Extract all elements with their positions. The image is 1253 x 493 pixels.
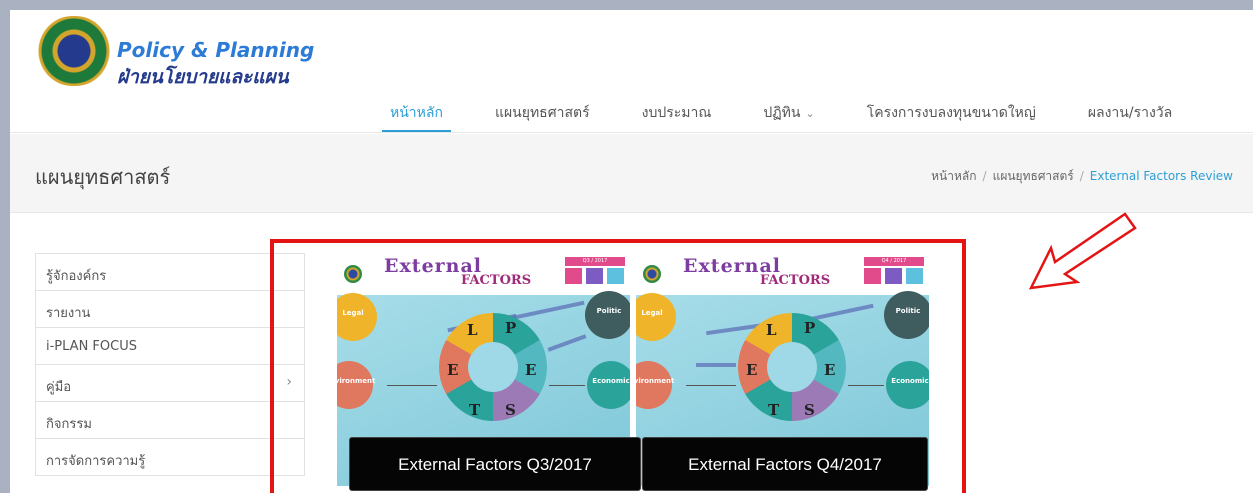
sidebar-item-label: รายงาน — [46, 306, 91, 321]
sidebar-menu: รู้จักองค์กร รายงาน i-PLAN FOCUS คู่มือ … — [35, 253, 305, 476]
breadcrumb-separator: / — [1079, 169, 1084, 183]
main-nav: หน้าหลัก แผนยุทธศาสตร์ งบประมาณ ปฏิทิน ⌄ … — [382, 102, 1224, 132]
breadcrumb: หน้าหลัก / แผนยุทธศาสตร์ / External Factors … — [931, 167, 1233, 186]
sidebar-item-about[interactable]: รู้จักองค์กร — [36, 254, 304, 291]
page-title-bar: แผนยุทธศาสตร์ หน้าหลัก / แผนยุทธศาสตร์ / Ext… — [10, 134, 1253, 213]
sidebar-item-label: การจัดการความรู้ — [46, 454, 146, 469]
nav-item-label: โครงการงบลงทุนขนาดใหญ่ — [866, 105, 1036, 121]
sidebar-item-label: รู้จักองค์กร — [46, 269, 107, 284]
university-seal-icon[interactable] — [32, 16, 116, 86]
sidebar-item-label: คู่มือ — [46, 380, 72, 395]
browser-page: Policy & Planning ฝ่ายนโยบายและแผน หน้าห… — [10, 10, 1253, 493]
nav-item-label: งบประมาณ — [641, 105, 712, 121]
nav-item-label: ผลงาน/รางวัล — [1087, 105, 1173, 121]
sidebar-item-knowledge[interactable]: การจัดการความรู้ — [36, 439, 304, 476]
breadcrumb-current: External Factors Review — [1089, 169, 1233, 183]
sidebar-item-manual[interactable]: คู่มือ › — [36, 365, 304, 402]
highlight-box — [270, 239, 966, 493]
nav-item-strategy[interactable]: แผนยุทธศาสตร์ — [495, 102, 590, 132]
nav-item-label: แผนยุทธศาสตร์ — [494, 105, 590, 121]
chevron-down-icon: ⌄ — [805, 107, 815, 120]
breadcrumb-separator: / — [982, 169, 987, 183]
sidebar-item-label: i-PLAN FOCUS — [46, 339, 137, 354]
logo-title-th[interactable]: ฝ่ายนโยบายและแผน — [117, 62, 289, 92]
site-header: Policy & Planning ฝ่ายนโยบายและแผน หน้าห… — [10, 10, 1253, 133]
nav-item-label: หน้าหลัก — [390, 105, 443, 121]
sidebar-item-label: กิจกรรม — [46, 417, 92, 432]
nav-item-label: ปฏิทิน — [763, 105, 801, 121]
nav-item-investment-projects[interactable]: โครงการงบลงทุนขนาดใหญ่ — [867, 102, 1036, 132]
logo-title-en[interactable]: Policy & Planning — [117, 38, 314, 62]
outline-arrow-pointing-down-left-icon — [1028, 212, 1137, 290]
nav-item-awards[interactable]: ผลงาน/รางวัล — [1088, 102, 1172, 132]
breadcrumb-home[interactable]: หน้าหลัก — [931, 169, 976, 183]
sidebar-item-activities[interactable]: กิจกรรม — [36, 402, 304, 439]
breadcrumb-strategy[interactable]: แผนยุทธศาสตร์ — [993, 169, 1074, 183]
sidebar-item-iplan-focus[interactable]: i-PLAN FOCUS — [36, 328, 304, 365]
page-title: แผนยุทธศาสตร์ — [35, 165, 171, 189]
sidebar-item-reports[interactable]: รายงาน — [36, 291, 304, 328]
nav-item-home[interactable]: หน้าหลัก — [382, 102, 451, 132]
nav-item-calendar[interactable]: ปฏิทิน ⌄ — [763, 102, 814, 132]
nav-item-budget[interactable]: งบประมาณ — [642, 102, 712, 132]
